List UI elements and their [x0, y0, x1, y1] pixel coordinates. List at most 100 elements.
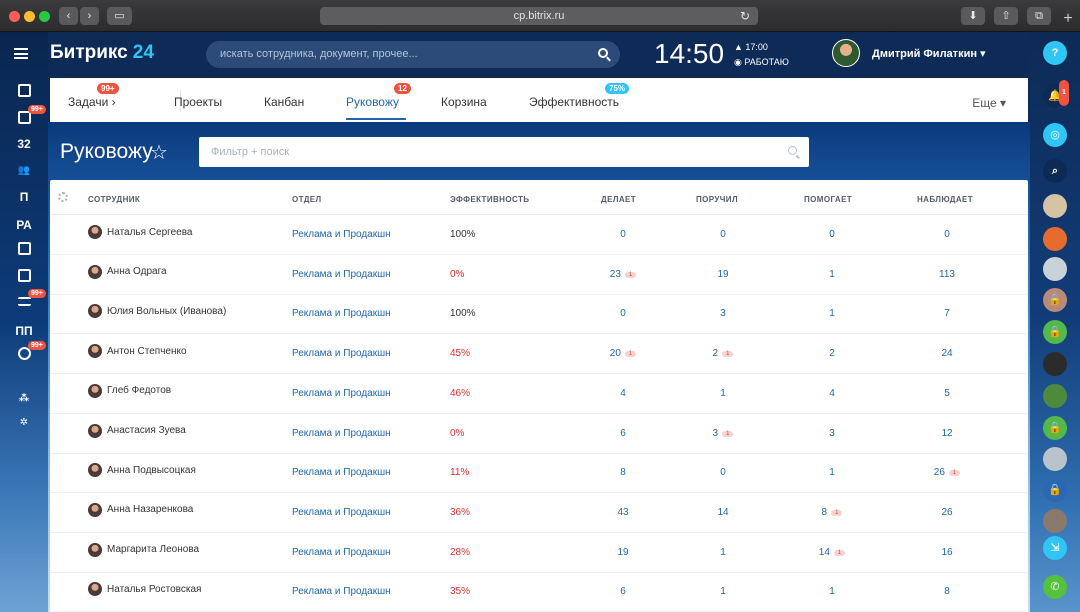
watches-count-cell[interactable]: 12: [917, 428, 977, 439]
employee-avatar[interactable]: [88, 582, 102, 597]
department-link[interactable]: Реклама и Продакшн: [292, 308, 391, 319]
new-tab-button[interactable]: +: [1056, 8, 1080, 32]
helps-count[interactable]: 14: [819, 547, 830, 558]
watches-count-cell[interactable]: 24: [917, 348, 977, 359]
assigned-count[interactable]: 1: [720, 388, 726, 399]
left-sidebar-item[interactable]: П: [0, 190, 48, 204]
tab-item[interactable]: Задачи ›: [68, 95, 116, 109]
watches-count-cell[interactable]: 26 1: [917, 467, 977, 478]
column-assigned[interactable]: ПОРУЧИЛ: [696, 195, 738, 204]
watches-count-cell[interactable]: 7: [917, 308, 977, 319]
employee-avatar[interactable]: [88, 463, 102, 478]
assigned-count[interactable]: 2: [713, 348, 719, 359]
more-tabs-button[interactable]: Еще ▾: [972, 96, 1006, 110]
left-sidebar-item[interactable]: [0, 84, 48, 100]
tab-item[interactable]: Эффективность: [529, 95, 619, 109]
contact-avatar-icon[interactable]: [1043, 352, 1067, 376]
sidebar-toggle-icon[interactable]: ▭: [107, 7, 132, 25]
table-row[interactable]: Анна Подвысоцкая Реклама и Продакшн 11% 8 0 1…: [50, 453, 1028, 494]
table-row[interactable]: Глеб Федотов Реклама и Продакшн 46% 4 1 4 5: [50, 374, 1028, 414]
watches-count-cell[interactable]: 8: [917, 586, 977, 597]
tabs-overview-icon[interactable]: ⧉: [1027, 7, 1051, 25]
column-efficiency[interactable]: ЭФФЕКТИВНОСТЬ: [450, 195, 529, 204]
does-count[interactable]: 43: [617, 507, 628, 518]
logo[interactable]: Битрикс 24: [50, 42, 154, 64]
table-row[interactable]: Антон Степченко Реклама и Продакшн 45% 20 1 2…: [50, 334, 1028, 375]
assigned-count[interactable]: 1: [720, 586, 726, 597]
column-department[interactable]: ОТДЕЛ: [292, 195, 322, 204]
watches-count[interactable]: 5: [944, 388, 950, 399]
helps-count-cell[interactable]: 1: [802, 586, 862, 597]
assigned-count-cell[interactable]: 0: [693, 229, 753, 240]
helps-count[interactable]: 1: [829, 586, 835, 597]
does-count-cell[interactable]: 0: [593, 229, 653, 240]
employee-name[interactable]: Юлия Вольных (Иванова): [107, 306, 226, 317]
employee-avatar[interactable]: [88, 264, 102, 279]
employee-avatar[interactable]: [88, 304, 102, 319]
employee-avatar[interactable]: [88, 542, 102, 557]
helps-count[interactable]: 1: [829, 467, 835, 478]
employee-name[interactable]: Наталья Ростовская: [107, 584, 201, 595]
column-helps[interactable]: ПОМОГАЕТ: [804, 195, 852, 204]
does-count[interactable]: 20: [610, 348, 621, 359]
left-sidebar-item[interactable]: 99+: [0, 105, 48, 127]
left-sidebar-item[interactable]: [0, 242, 48, 258]
forward-button[interactable]: ›: [80, 7, 99, 25]
watches-count-cell[interactable]: 26: [917, 507, 977, 518]
watches-count-cell[interactable]: 0: [917, 229, 977, 240]
does-count-cell[interactable]: 8: [593, 467, 653, 478]
left-sidebar-item[interactable]: 99+: [0, 289, 48, 309]
employee-avatar[interactable]: [88, 225, 102, 239]
assigned-count[interactable]: 0: [720, 467, 726, 478]
does-count-cell[interactable]: 43: [593, 507, 653, 518]
assigned-count[interactable]: 14: [717, 507, 728, 518]
contact-avatar-icon[interactable]: [1043, 257, 1067, 281]
helps-count-cell[interactable]: 1: [802, 269, 862, 280]
column-does[interactable]: ДЕЛАЕТ: [601, 195, 636, 204]
does-count-cell[interactable]: 20 1: [593, 348, 653, 359]
lock-icon[interactable]: 🔒: [1043, 478, 1067, 502]
employee-name[interactable]: Наталья Сергеева: [107, 227, 193, 238]
helps-count-cell[interactable]: 3: [802, 428, 862, 439]
filter-search-icon[interactable]: [788, 146, 797, 155]
helps-count-cell[interactable]: 81: [802, 507, 862, 518]
contact-avatar-icon[interactable]: [1043, 447, 1067, 471]
tab-item[interactable]: Руковожу: [346, 95, 399, 109]
does-count[interactable]: 6: [620, 586, 626, 597]
employee-name[interactable]: Анна Одрага: [107, 266, 167, 277]
does-count-cell[interactable]: 6: [593, 428, 653, 439]
contact-avatar-icon[interactable]: [1043, 384, 1067, 408]
helps-count[interactable]: 1: [829, 308, 835, 319]
assigned-count[interactable]: 19: [717, 269, 728, 280]
left-sidebar-item[interactable]: 👥: [0, 162, 48, 178]
watches-count[interactable]: 0: [944, 229, 950, 240]
minimize-window-button[interactable]: [24, 11, 35, 22]
assigned-count-cell[interactable]: 1: [693, 547, 753, 558]
table-row[interactable]: Анна Одрага Реклама и Продакшн 0% 23 1 19 1 113: [50, 255, 1028, 295]
lock-icon[interactable]: 🔒: [1043, 416, 1067, 440]
watches-count[interactable]: 113: [939, 269, 955, 280]
employee-avatar[interactable]: [88, 423, 102, 438]
export-icon[interactable]: ⇲: [1043, 536, 1067, 560]
watches-count-cell[interactable]: 16: [917, 547, 977, 558]
watches-count[interactable]: 16: [941, 547, 952, 558]
employee-cell[interactable]: Анна Одрага: [88, 264, 167, 279]
table-row[interactable]: Анна Назаренкова Реклама и Продакшн 36% 43 1…: [50, 493, 1028, 533]
department-link[interactable]: Реклама и Продакшн: [292, 467, 391, 478]
department-link[interactable]: Реклама и Продакшн: [292, 428, 391, 439]
assigned-count-cell[interactable]: 1: [693, 586, 753, 597]
watches-count-cell[interactable]: 113: [917, 269, 977, 280]
assigned-count[interactable]: 1: [720, 547, 726, 558]
download-icon[interactable]: ⬇: [961, 7, 985, 25]
workday-status[interactable]: ▲ 17:00 ◉ РАБОТАЮ: [734, 40, 789, 70]
contact-avatar-icon[interactable]: [1043, 227, 1067, 251]
employee-name[interactable]: Маргарита Леонова: [107, 544, 199, 555]
department-link[interactable]: Реклама и Продакшн: [292, 388, 391, 399]
helps-count-cell[interactable]: 4: [802, 388, 862, 399]
employee-cell[interactable]: Глеб Федотов: [88, 383, 171, 398]
user-menu[interactable]: Дмитрий Филаткин ▾: [872, 47, 986, 60]
does-count[interactable]: 6: [620, 428, 626, 439]
tab-item[interactable]: Канбан: [264, 95, 304, 109]
watches-count[interactable]: 26: [934, 467, 945, 478]
watches-count[interactable]: 8: [944, 586, 950, 597]
